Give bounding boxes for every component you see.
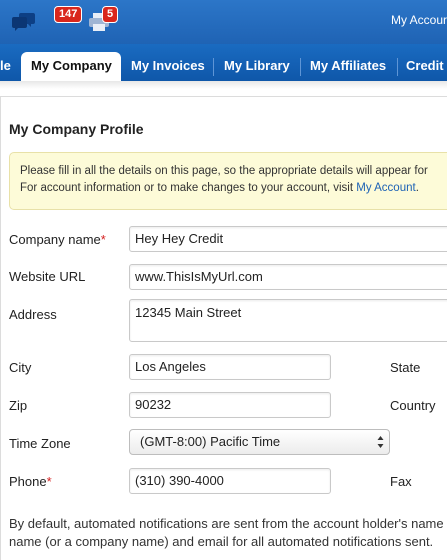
print-count-badge[interactable]: 5 — [102, 6, 119, 23]
page-title: My Company Profile — [9, 121, 144, 137]
phone-label-text: Phone — [9, 474, 47, 489]
top-bar: 147 5 My Accour — [0, 0, 447, 44]
notice-text: For account information or to make chang… — [20, 182, 354, 194]
chat-bubbles-icon[interactable] — [12, 10, 36, 37]
company-name-field[interactable]: Hey Hey Credit — [129, 226, 447, 252]
time-zone-label: Time Zone — [9, 436, 71, 451]
time-zone-select[interactable]: (GMT-8:00) Pacific Time — [129, 429, 390, 455]
my-account-link[interactable]: My Accour — [391, 13, 447, 27]
fax-label: Fax — [390, 474, 412, 489]
notice-line-2: For account information or to make chang… — [20, 182, 419, 194]
website-url-field[interactable]: www.ThisIsMyUrl.com — [129, 264, 447, 290]
company-name-label-text: Company name — [9, 232, 101, 247]
tab-divider — [213, 58, 214, 76]
tab-divider — [397, 58, 398, 76]
info-notice: Please fill in all the details on this p… — [9, 152, 447, 210]
tab-my-library[interactable]: My Library — [224, 54, 290, 81]
notification-info-line-2: name (or a company name) and email for a… — [9, 534, 434, 549]
tab-divider — [300, 58, 301, 76]
nav-shadow — [0, 81, 447, 89]
phone-label: Phone* — [9, 474, 52, 489]
tab-my-affiliates[interactable]: My Affiliates — [310, 54, 386, 81]
company-name-label: Company name* — [9, 232, 106, 247]
city-field[interactable]: Los Angeles — [129, 354, 331, 380]
messages-count-badge[interactable]: 147 — [54, 6, 83, 23]
select-arrows-icon — [377, 436, 384, 448]
zip-label: Zip — [9, 398, 28, 413]
main-nav: le My Company My Invoices My Library My … — [0, 44, 447, 81]
my-account-notice-link[interactable]: My Account — [356, 182, 415, 194]
tab-credit[interactable]: Credit — [406, 54, 444, 81]
tab-profile[interactable]: le — [0, 54, 11, 81]
address-field[interactable]: 12345 Main Street — [129, 299, 447, 342]
address-label: Address — [9, 307, 57, 322]
state-label: State — [390, 360, 421, 375]
required-marker: * — [100, 232, 106, 247]
notice-line-1: Please fill in all the details on this p… — [20, 165, 428, 177]
phone-field[interactable]: (310) 390-4000 — [129, 468, 331, 494]
city-label: City — [9, 360, 32, 375]
notice-period: . — [415, 182, 419, 194]
time-zone-value: (GMT-8:00) Pacific Time — [140, 434, 281, 449]
country-label: Country — [390, 398, 436, 413]
tab-my-invoices[interactable]: My Invoices — [131, 54, 205, 81]
zip-field[interactable]: 90232 — [129, 392, 331, 418]
tab-my-company[interactable]: My Company — [21, 52, 121, 81]
website-url-label: Website URL — [9, 269, 86, 284]
notification-info-line-1: By default, automated notifications are … — [9, 516, 444, 531]
required-marker: * — [46, 474, 52, 489]
